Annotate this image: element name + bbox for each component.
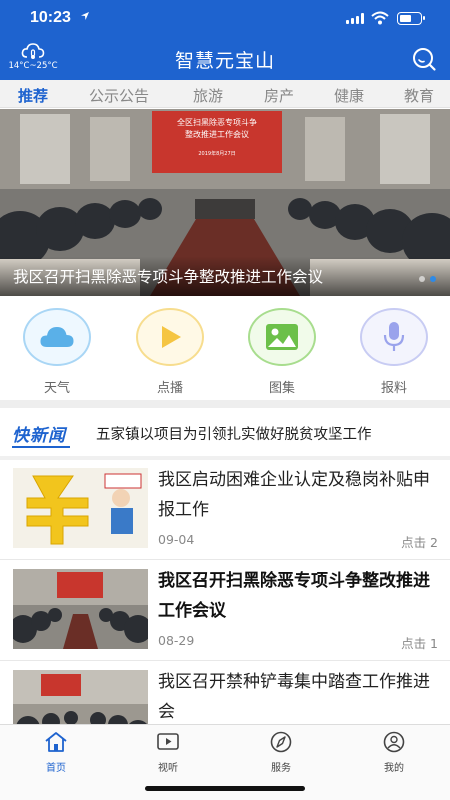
location-arrow-icon [81, 12, 89, 20]
flash-news-logo: 快新闻 [12, 421, 70, 448]
tab-announcements[interactable]: 公示公告 [89, 85, 149, 106]
app-title: 智慧元宝山 [174, 50, 275, 72]
nav-mine[interactable]: 我的 [359, 731, 429, 774]
section-divider [0, 400, 450, 408]
news-date: 08-29 [158, 633, 195, 648]
status-time: 10:23 [30, 9, 71, 26]
home-indicator [145, 786, 305, 791]
news-date: 09-04 [158, 532, 195, 547]
home-icon [45, 732, 67, 752]
compass-icon [270, 731, 292, 753]
news-title: 我区召开扫黑除恶专项斗争整改推进工作会议 [158, 571, 430, 621]
news-title: 我区启动困难企业认定及稳岗补贴申报工作 [158, 470, 430, 520]
report-tip-button[interactable]: 报料 [356, 308, 432, 396]
flash-news-headline[interactable]: 五家镇以项目为引领扎实做好脱贫攻坚工作 [96, 423, 372, 444]
nav-home[interactable]: 首页 [21, 731, 91, 774]
carousel-dot[interactable] [419, 276, 425, 282]
on-demand-button[interactable]: 点播 [132, 308, 208, 396]
nav-media[interactable]: 视听 [133, 731, 203, 774]
nav-services[interactable]: 服务 [246, 731, 316, 774]
tab-recommend[interactable]: 推荐 [18, 85, 48, 112]
carousel-dot-active[interactable] [430, 276, 436, 282]
tab-real-estate[interactable]: 房产 [264, 85, 294, 106]
signal-icon [346, 13, 364, 24]
tab-health[interactable]: 健康 [334, 85, 364, 106]
flash-news-bar[interactable]: 快新闻 五家镇以项目为引领扎实做好脱贫攻坚工作 [0, 408, 450, 456]
cloud-icon [40, 327, 74, 347]
banner-caption-overlay: 我区召开扫黑除恶专项斗争整改推进工作会议 [0, 256, 450, 296]
news-item[interactable]: 我区召开扫黑除恶专项斗争整改推进工作会议 08-29 点击 1 [0, 561, 450, 661]
news-thumbnail [13, 468, 148, 548]
news-thumbnail [13, 569, 148, 649]
top-bar: 10:23 14°C~25°C 智慧元宝山 [0, 0, 450, 80]
news-hits: 点击 1 [401, 636, 438, 651]
search-icon[interactable] [411, 46, 437, 72]
gallery-button[interactable]: 图集 [244, 308, 320, 396]
battery-icon [397, 12, 425, 25]
wifi-icon [371, 11, 389, 25]
microphone-icon [383, 322, 405, 351]
tab-education[interactable]: 教育 [404, 85, 434, 106]
function-grid: 天气 点播 图集 报料 [0, 296, 450, 400]
image-icon [266, 324, 298, 350]
banner-carousel[interactable]: 全区扫黑除恶专项斗争 整改推进工作会议 2019年8月27日 我区召开扫黑除恶专… [0, 109, 450, 296]
banner-sign: 全区扫黑除恶专项斗争 整改推进工作会议 2019年8月27日 [152, 111, 282, 173]
video-icon [157, 733, 179, 750]
news-title: 我区召开禁种铲毒集中踏查工作推进会 [158, 672, 430, 722]
user-icon [383, 731, 405, 753]
banner-caption: 我区召开扫黑除恶专项斗争整改推进工作会议 [13, 268, 324, 286]
status-bar: 10:23 [0, 0, 450, 36]
news-item[interactable]: 我区启动困难企业认定及稳岗补贴申报工作 09-04 点击 2 [0, 460, 450, 560]
weather-button[interactable]: 天气 [19, 308, 95, 396]
carousel-dots [414, 267, 436, 286]
play-icon [162, 326, 181, 348]
news-hits: 点击 2 [401, 535, 438, 550]
tab-travel[interactable]: 旅游 [193, 85, 223, 106]
category-tabs: 推荐 公示公告 旅游 房产 健康 教育 [0, 80, 450, 112]
